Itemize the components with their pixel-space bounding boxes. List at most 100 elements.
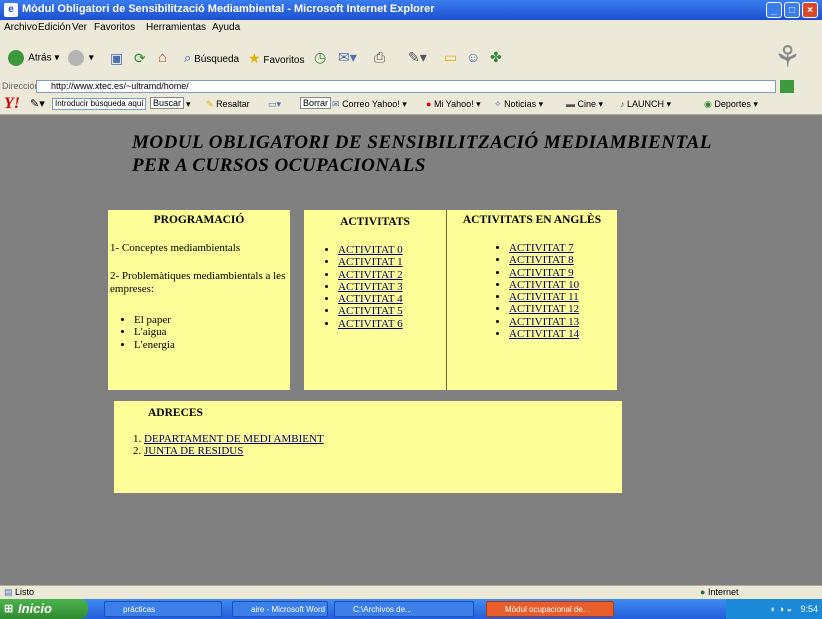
list-item: L'aigua	[134, 326, 290, 338]
list-item: ACTIVITAT 12	[509, 303, 617, 315]
activitats-list: ACTIVITAT 0 ACTIVITAT 1 ACTIVITAT 2 ACTI…	[304, 244, 446, 330]
mi-yahoo-label: Mi Yahoo!	[433, 99, 474, 109]
task-practicas[interactable]: prácticas	[104, 601, 222, 617]
resaltar-button[interactable]: ✎ Resaltar	[206, 99, 250, 110]
cine-button[interactable]: ▬ Cine ▾	[566, 99, 603, 110]
go-button[interactable]	[780, 80, 794, 93]
activitat-14-link[interactable]: ACTIVITAT 14	[509, 328, 579, 340]
noticias-button[interactable]: ✧ Noticias ▾	[494, 99, 543, 110]
activitat-5-link[interactable]: ACTIVITAT 5	[338, 305, 403, 317]
activitat-13-link[interactable]: ACTIVITAT 13	[509, 316, 579, 328]
favorites-label: Favoritos	[263, 55, 305, 66]
window-title-bar[interactable]: e Mòdul Obligatori de Sensibilització Me…	[0, 0, 822, 20]
mi-yahoo-button[interactable]: ● Mi Yahoo! ▾	[426, 99, 481, 110]
toolbar: Atrás ▾ ▾ ▣ ⟳ ⌂ ⌕ Búsqueda ★ Favoritos ◷…	[0, 36, 822, 81]
window-title: Mòdul Obligatori de Sensibilització Medi…	[22, 3, 435, 15]
activitats-angles-heading: ACTIVITATS EN ANGLÈS	[462, 214, 602, 226]
film-icon: ▬	[566, 99, 575, 109]
zone-label: Internet	[707, 587, 739, 597]
favorites-button[interactable]: ★ Favoritos	[248, 50, 304, 67]
stop-icon[interactable]: ▣	[110, 50, 123, 67]
activitat-4-link[interactable]: ACTIVITAT 4	[338, 293, 403, 305]
activitat-11-link[interactable]: ACTIVITAT 11	[509, 291, 579, 303]
menu-favoritos[interactable]: Favoritos	[94, 22, 135, 33]
maximize-button[interactable]: □	[784, 2, 800, 18]
envelope-icon: ✉	[332, 99, 340, 109]
activitat-8-link[interactable]: ACTIVITAT 8	[509, 254, 574, 266]
task-word[interactable]: aire - Microsoft Word	[232, 601, 328, 617]
tray-icons[interactable]: ◐ ◑ ◒	[771, 604, 792, 614]
list-item: JUNTA DE RESIDUS	[144, 445, 622, 457]
music-icon: ♪	[620, 99, 625, 109]
task-explorer[interactable]: C:\Archivos de...	[334, 601, 474, 617]
cine-label: Cine	[577, 99, 597, 109]
menu-archivo[interactable]: Archivo	[4, 22, 37, 33]
refresh-icon[interactable]: ⟳	[134, 50, 146, 67]
correo-yahoo-button[interactable]: ✉ Correo Yahoo! ▾	[332, 99, 407, 110]
yahoo-toolbar: Y! ✎▾ Introducir búsqueda aquí Buscar ▾ …	[0, 94, 822, 115]
minimize-button[interactable]: _	[766, 2, 782, 18]
list-item: ACTIVITAT 6	[338, 318, 446, 330]
search-button[interactable]: ⌕ Búsqueda	[184, 50, 239, 66]
activitat-3-link[interactable]: ACTIVITAT 3	[338, 281, 403, 293]
departament-medi-ambient-link[interactable]: DEPARTAMENT DE MEDI AMBIENT	[144, 433, 324, 445]
programacio-sublist: El paper L'aigua L'energia	[108, 314, 290, 351]
activitat-0-link[interactable]: ACTIVITAT 0	[338, 244, 403, 256]
star-icon: ★	[248, 50, 261, 66]
start-button[interactable]: ⊞ Inicio	[0, 599, 88, 619]
deportes-label: Deportes	[714, 99, 751, 109]
launch-button[interactable]: ♪ LAUNCH ▾	[620, 99, 671, 110]
list-item: L'energia	[134, 339, 290, 351]
forward-button[interactable]: ▾	[68, 50, 94, 66]
activitats-panel: ACTIVITATS ACTIVITAT 0 ACTIVITAT 1 ACTIV…	[304, 210, 446, 390]
activitat-9-link[interactable]: ACTIVITAT 9	[509, 267, 574, 279]
menu-herramientas[interactable]: Herramientas	[146, 22, 206, 33]
activitats-angles-panel: ACTIVITATS EN ANGLÈS ACTIVITAT 7 ACTIVIT…	[446, 210, 617, 390]
deportes-button[interactable]: ◉ Deportes ▾	[704, 99, 758, 110]
back-button[interactable]: Atrás ▾	[8, 50, 59, 66]
address-input[interactable]: http://www.xtec.es/~ultramd/home/	[36, 80, 776, 93]
buscar-button[interactable]: Buscar	[150, 97, 185, 109]
yahoo-logo[interactable]: Y!	[4, 95, 20, 113]
home-icon[interactable]: ⌂	[158, 49, 167, 66]
activitat-6-link[interactable]: ACTIVITAT 6	[338, 318, 403, 330]
list-item: ACTIVITAT 0	[338, 244, 446, 256]
yahoo-search-input[interactable]: Introducir búsqueda aquí	[52, 98, 146, 110]
mail-icon[interactable]: ✉▾	[338, 49, 357, 66]
popup-blocker-icon[interactable]: ▭▾	[268, 99, 281, 110]
programacio-item2: 2- Problemàtiques mediambientals a les e…	[110, 270, 286, 295]
task-ie[interactable]: Mòdul ocupacional de...	[486, 601, 614, 617]
activitat-7-link[interactable]: ACTIVITAT 7	[509, 242, 574, 254]
history-icon[interactable]: ◷	[314, 49, 326, 66]
borrar-button[interactable]: Borrar	[300, 97, 332, 109]
close-button[interactable]: ×	[802, 2, 818, 18]
address-bar: Dirección http://www.xtec.es/~ultramd/ho…	[0, 80, 822, 94]
activitat-2-link[interactable]: ACTIVITAT 2	[338, 269, 403, 281]
activitat-12-link[interactable]: ACTIVITAT 12	[509, 303, 579, 315]
activitats-heading: ACTIVITATS	[340, 216, 410, 228]
back-arrow-icon	[8, 50, 24, 66]
list-item: ACTIVITAT 9	[509, 267, 617, 279]
edit-icon[interactable]: ✎▾	[408, 49, 427, 66]
back-label: Atrás	[28, 52, 52, 64]
research-icon[interactable]: ✤	[490, 49, 502, 66]
menu-ayuda[interactable]: Ayuda	[212, 22, 240, 33]
ie-icon: e	[4, 3, 18, 17]
list-item: ACTIVITAT 8	[509, 254, 617, 266]
adreces-panel: ADRECES DEPARTAMENT DE MEDI AMBIENT JUNT…	[114, 401, 622, 493]
windows-flag-icon: ⊞	[4, 603, 14, 615]
activitat-1-link[interactable]: ACTIVITAT 1	[338, 256, 403, 268]
print-icon[interactable]: ⎙	[374, 49, 385, 66]
junta-residus-link[interactable]: JUNTA DE RESIDUS	[144, 445, 243, 457]
forward-arrow-icon	[68, 50, 84, 66]
pencil-icon[interactable]: ✎▾	[30, 97, 45, 110]
folder-icon[interactable]: ▭	[444, 49, 457, 66]
page-icon: ▤	[4, 587, 13, 597]
menu-edicion[interactable]: Edición	[38, 22, 71, 33]
separator-icon: ▾	[186, 99, 191, 109]
mi-yahoo-icon: ●	[426, 99, 432, 109]
messenger-icon[interactable]: ☺	[466, 49, 480, 65]
page-title: MODUL OBLIGATORI DE SENSIBILITZACIÓ MEDI…	[132, 131, 712, 177]
menu-ver[interactable]: Ver	[72, 22, 87, 33]
activitat-10-link[interactable]: ACTIVITAT 10	[509, 279, 579, 291]
